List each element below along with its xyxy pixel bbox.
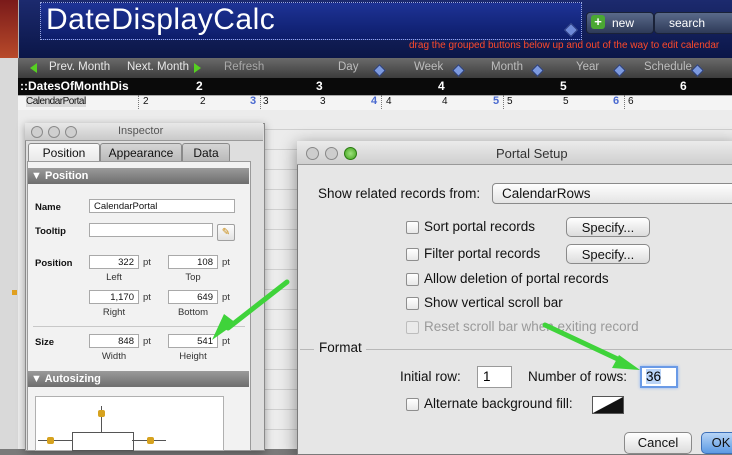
arrow-to-number-of-rows	[542, 322, 640, 370]
annotation-arrows	[212, 279, 640, 370]
arrow-to-height-field	[212, 279, 290, 340]
